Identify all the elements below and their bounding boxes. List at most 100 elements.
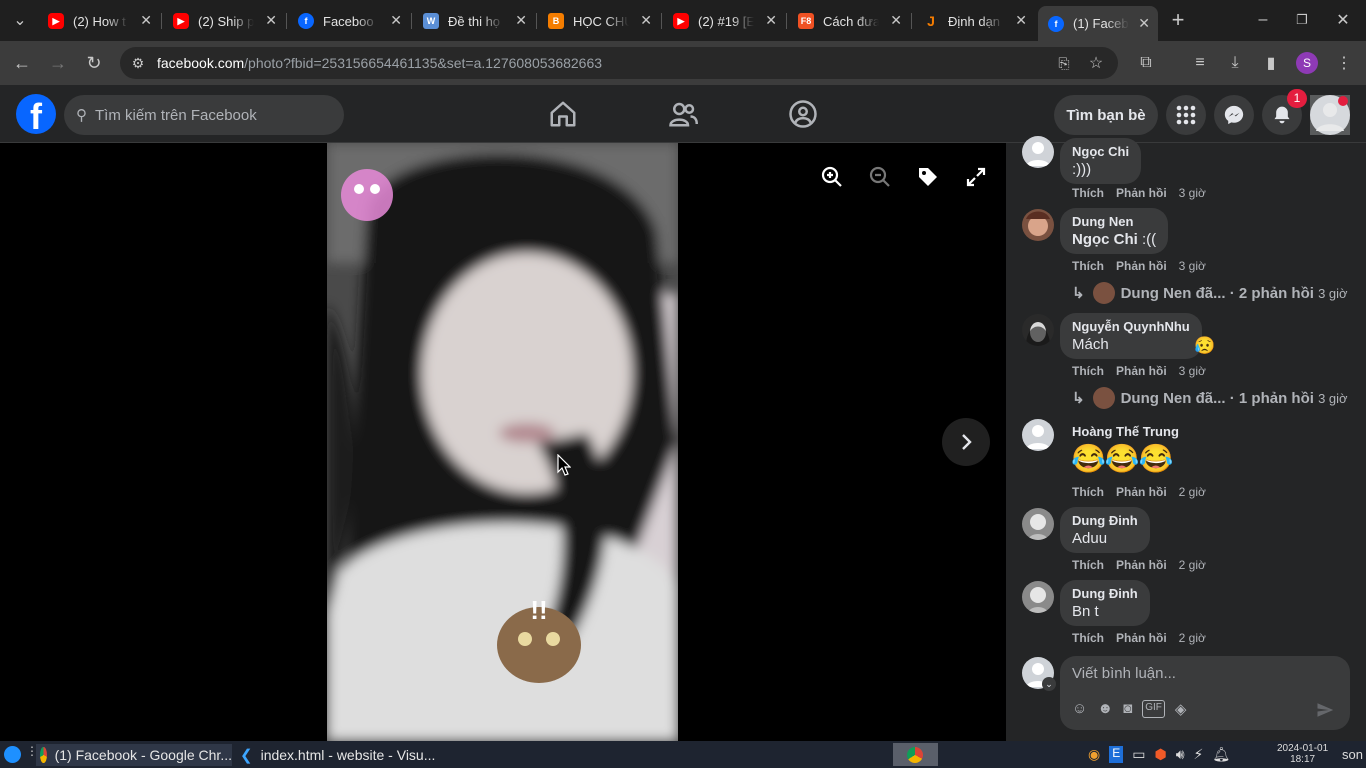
tab-search-icon[interactable]: ⌄	[8, 8, 32, 32]
maximize-icon[interactable]: ❐	[1290, 8, 1314, 32]
facebook-logo[interactable]: f	[16, 94, 56, 134]
address-bar[interactable]: ⚙ facebook.com/photo?fbid=25315665446113…	[120, 47, 1118, 79]
comment-composer[interactable]: Viết bình luận... ☺ ☻ ◙ GIF ◈	[1060, 656, 1350, 730]
reply-link[interactable]: Phản hồi	[1116, 259, 1167, 273]
messenger-icon[interactable]	[1214, 95, 1254, 135]
profile-avatar-icon[interactable]: S	[1296, 52, 1318, 74]
groups-icon[interactable]	[788, 99, 818, 129]
download-icon[interactable]: ⤓	[1223, 51, 1247, 75]
zoom-out-icon[interactable]	[868, 165, 892, 189]
photo-image[interactable]: !!	[327, 143, 678, 741]
close-tab-icon[interactable]: ✕	[140, 12, 152, 29]
comment-time[interactable]: 2 giờ	[1179, 631, 1206, 645]
close-tab-icon[interactable]: ✕	[390, 12, 402, 29]
comment-time[interactable]: 2 giờ	[1179, 485, 1206, 499]
window-close-icon[interactable]: ✕	[1331, 8, 1355, 32]
like-link[interactable]: Thích	[1072, 485, 1104, 499]
close-tab-icon[interactable]: ✕	[765, 12, 777, 29]
send-icon[interactable]	[1316, 701, 1334, 719]
browser-tab[interactable]: ▶ (2) Ship p ✕	[173, 8, 277, 34]
tray-shield-icon[interactable]: ⬢	[1154, 746, 1166, 763]
close-tab-icon[interactable]: ✕	[1138, 15, 1150, 32]
close-tab-icon[interactable]: ✕	[890, 12, 902, 29]
browser-tab[interactable]: B HỌC CHU ✕	[548, 8, 652, 34]
reply-link[interactable]: Phản hồi	[1116, 485, 1167, 499]
reply-thread-link[interactable]: ↳ Dung Nen đã... · 2 phản hồi 3 giờ	[1072, 282, 1348, 304]
taskbar-chrome-window[interactable]: (1) Facebook - Google Chr...	[36, 744, 232, 766]
reply-link[interactable]: Phản hồi	[1116, 364, 1167, 378]
commenter-name[interactable]: Nguyễn QuynhNhu	[1072, 319, 1190, 334]
clock[interactable]: 2024-01-01 18:17	[1277, 743, 1328, 765]
chrome-menu-icon[interactable]: ⋮	[1332, 51, 1356, 75]
like-link[interactable]: Thích	[1072, 186, 1104, 200]
like-link[interactable]: Thích	[1072, 259, 1104, 273]
volume-icon[interactable]: 🔊︎	[1176, 746, 1185, 763]
emoji-icon[interactable]: ☻	[1097, 700, 1113, 718]
username-label[interactable]: son	[1342, 747, 1363, 762]
side-panel-icon[interactable]: ▮	[1259, 51, 1283, 75]
avatar[interactable]	[1022, 508, 1054, 540]
avatar[interactable]	[1022, 581, 1054, 613]
back-icon[interactable]: ←	[10, 51, 34, 75]
search-input[interactable]: ⚲ Tìm kiếm trên Facebook	[64, 95, 344, 135]
comment-time[interactable]: 2 giờ	[1179, 558, 1206, 572]
comment-time[interactable]: 3 giờ	[1179, 259, 1206, 273]
camera-icon[interactable]: ◙	[1123, 700, 1132, 718]
close-tab-icon[interactable]: ✕	[265, 12, 277, 29]
tray-e-icon[interactable]: E	[1109, 746, 1124, 763]
chevron-down-icon[interactable]: ⌄	[1042, 677, 1056, 691]
next-photo-button[interactable]	[942, 418, 990, 466]
like-link[interactable]: Thích	[1072, 558, 1104, 572]
close-tab-icon[interactable]: ✕	[640, 12, 652, 29]
avatar[interactable]	[1022, 419, 1054, 451]
browser-tab[interactable]: ▶ (2) How t ✕	[48, 8, 152, 34]
commenter-name[interactable]: Dung Nen	[1072, 214, 1156, 229]
taskbar-vscode-window[interactable]: ❮ index.html - website - Visu...	[236, 744, 435, 766]
install-app-icon[interactable]: ⎘	[1052, 51, 1076, 75]
reply-link[interactable]: Phản hồi	[1116, 186, 1167, 200]
home-icon[interactable]	[548, 99, 578, 129]
browser-tab[interactable]: ▶ (2) #19 [E ✕	[673, 8, 777, 34]
reply-link[interactable]: Phản hồi	[1116, 631, 1167, 645]
close-tab-icon[interactable]: ✕	[1015, 12, 1027, 29]
reload-icon[interactable]: ↻	[82, 51, 106, 75]
avatar[interactable]	[1022, 314, 1054, 346]
close-tab-icon[interactable]: ✕	[515, 12, 527, 29]
start-menu-icon[interactable]	[4, 746, 21, 763]
avatar[interactable]	[1022, 209, 1054, 241]
tray-app-icon[interactable]: ◉	[1088, 746, 1100, 763]
minimize-icon[interactable]: –	[1251, 8, 1275, 32]
friends-icon[interactable]	[668, 99, 698, 129]
comment-time[interactable]: 3 giờ	[1179, 364, 1206, 378]
browser-tab[interactable]: f Faceboo ✕	[298, 8, 402, 34]
bookmark-star-icon[interactable]: ☆	[1084, 51, 1108, 75]
commenter-name[interactable]: Dung Đinh	[1072, 586, 1138, 601]
sad-reaction-icon[interactable]: 😥	[1194, 336, 1215, 356]
forward-icon[interactable]: →	[46, 51, 70, 75]
reply-thread-link[interactable]: ↳ Dung Nen đã... · 1 phản hồi 3 giờ	[1072, 387, 1348, 409]
tray-display-icon[interactable]: ▭	[1132, 746, 1145, 763]
commenter-name[interactable]: Hoàng Thế Trung	[1072, 424, 1179, 439]
fullscreen-icon[interactable]	[964, 165, 988, 189]
reply-link[interactable]: Phản hồi	[1116, 558, 1167, 572]
gif-icon[interactable]: GIF	[1142, 700, 1165, 718]
media-control-icon[interactable]: ≡	[1188, 51, 1212, 75]
comment-input[interactable]: Viết bình luận...	[1072, 665, 1176, 682]
avatar-sticker-icon[interactable]: ☺	[1072, 700, 1087, 718]
like-link[interactable]: Thích	[1072, 631, 1104, 645]
sticker-icon[interactable]: ◈	[1175, 700, 1187, 718]
find-friends-button[interactable]: Tìm bạn bè	[1054, 95, 1158, 135]
site-info-icon[interactable]: ⚙	[126, 51, 150, 75]
zoom-in-icon[interactable]	[820, 165, 844, 189]
browser-tab[interactable]: F8 Cách đưa ✕	[798, 8, 902, 34]
mention-link[interactable]: Ngọc Chi	[1072, 231, 1138, 248]
notification-tray-icon[interactable]: 🔔︎	[1212, 746, 1230, 763]
power-icon[interactable]: ⚡︎	[1194, 746, 1204, 763]
new-tab-icon[interactable]: +	[1166, 7, 1190, 32]
avatar[interactable]	[1022, 136, 1054, 168]
taskbar-pinned-chrome[interactable]	[893, 743, 938, 766]
browser-tab[interactable]: W Đề thi họ ✕	[423, 8, 527, 34]
browser-tab-active[interactable]: f (1) Faceb ✕	[1038, 6, 1158, 41]
like-link[interactable]: Thích	[1072, 364, 1104, 378]
menu-grid-icon[interactable]	[1166, 95, 1206, 135]
